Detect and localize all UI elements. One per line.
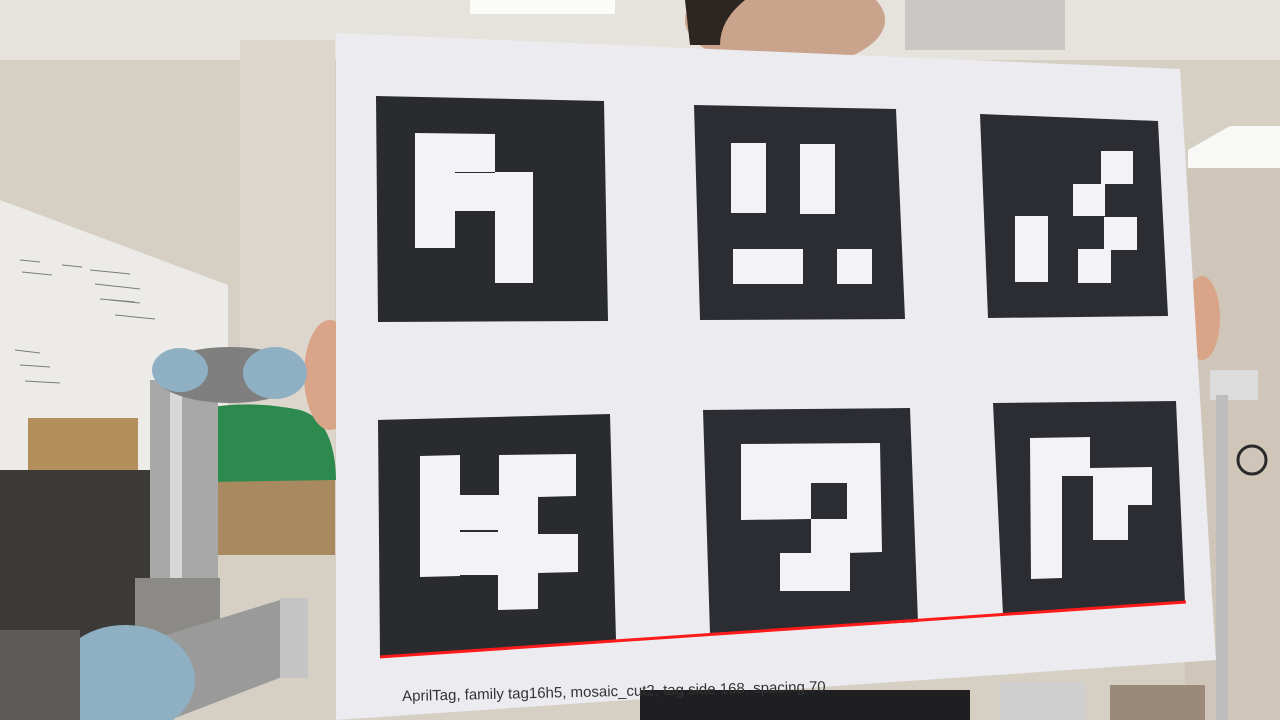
camera-scene <box>0 0 1280 720</box>
apriltag-6 <box>993 401 1185 615</box>
apriltag-2 <box>694 105 905 320</box>
apriltag-5 <box>703 408 918 633</box>
robot-joint-cap <box>243 347 307 399</box>
apriltag-1 <box>376 96 608 322</box>
cardboard-box <box>28 418 138 474</box>
ceiling-light-icon <box>470 0 615 14</box>
ac-vent <box>905 0 1065 50</box>
apriltag-4 <box>378 414 616 658</box>
cardboard-box-lower <box>210 475 335 555</box>
apriltag-3 <box>980 114 1168 318</box>
